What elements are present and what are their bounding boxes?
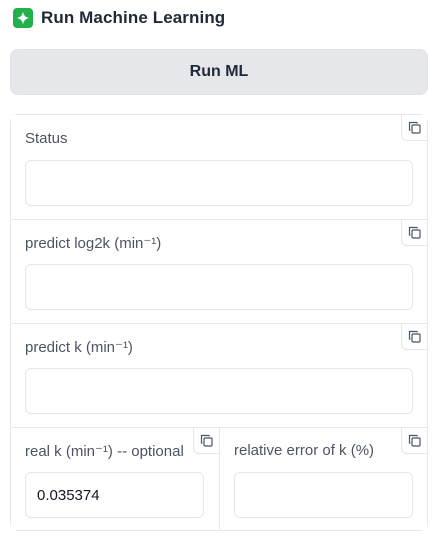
relative-error-label: relative error of k (%) <box>234 442 375 459</box>
predict-k-field[interactable] <box>25 368 413 414</box>
copy-real-k-button[interactable] <box>193 428 219 454</box>
status-label: Status <box>25 130 68 147</box>
predict-k-label: predict k (min⁻¹) <box>25 339 133 356</box>
panel-header: Run Machine Learning <box>13 7 225 29</box>
page-title: Run Machine Learning <box>41 8 226 27</box>
sparkle-icon <box>13 8 33 28</box>
copy-predict-k-button[interactable] <box>401 324 427 350</box>
relative-error-field[interactable] <box>234 472 413 518</box>
copy-relative-error-button[interactable] <box>401 428 427 454</box>
real-k-block: real k (min⁻¹) -- optional 0.035374 <box>11 428 219 530</box>
status-field[interactable] <box>25 160 413 206</box>
copy-icon <box>408 434 421 447</box>
real-k-label: real k (min⁻¹) -- optional <box>25 443 184 460</box>
copy-predict-log2k-button[interactable] <box>401 220 427 246</box>
run-ml-button[interactable]: Run ML <box>10 49 428 95</box>
copy-status-button[interactable] <box>401 115 427 141</box>
ml-panel: Run Machine Learning Run ML Status predi… <box>0 0 436 539</box>
copy-icon <box>408 121 421 134</box>
output-group: Status predict log2k (min⁻¹) predict k (… <box>10 114 428 531</box>
relative-error-block: relative error of k (%) <box>220 428 427 530</box>
real-k-input[interactable]: 0.035374 <box>25 472 204 518</box>
predict-log2k-field[interactable] <box>25 264 413 310</box>
predict-k-block: predict k (min⁻¹) <box>11 324 427 427</box>
predict-log2k-label: predict log2k (min⁻¹) <box>25 235 162 252</box>
status-block: Status <box>11 115 427 219</box>
predict-log2k-block: predict log2k (min⁻¹) <box>11 220 427 323</box>
copy-icon <box>200 434 213 447</box>
copy-icon <box>408 226 421 239</box>
copy-icon <box>408 330 421 343</box>
